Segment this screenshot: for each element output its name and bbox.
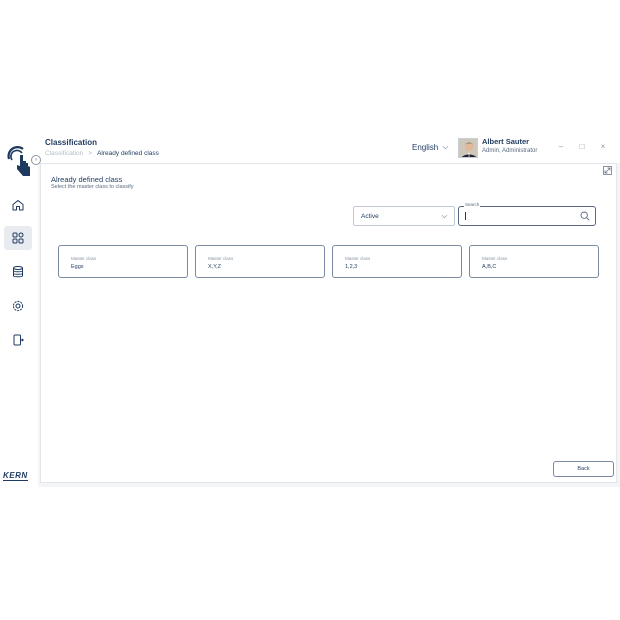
chevron-down-icon <box>442 145 449 150</box>
language-label: English <box>412 143 439 152</box>
search-input[interactable]: Search <box>458 202 596 226</box>
sidebar-collapse-button[interactable]: › <box>31 155 41 165</box>
app-window: › KERN Classification Classification > A… <box>0 135 620 487</box>
sidebar-item-home[interactable] <box>4 193 32 217</box>
gear-icon <box>12 300 24 312</box>
chevron-down-icon <box>441 214 448 219</box>
page-title: Classification <box>45 138 98 147</box>
master-class-card[interactable]: Master class A,B,C <box>469 245 599 278</box>
search-label: Search <box>464 202 481 207</box>
app-logo-icon <box>5 141 33 177</box>
user-name: Albert Sauter <box>482 137 530 146</box>
sidebar-item-logout[interactable] <box>4 328 32 352</box>
avatar[interactable] <box>458 138 478 158</box>
sidebar-item-database[interactable] <box>4 260 32 284</box>
close-button[interactable]: × <box>598 143 608 151</box>
breadcrumb-separator: > <box>88 150 93 157</box>
breadcrumb: Classification > Already defined class <box>45 150 159 157</box>
logout-icon <box>13 334 24 346</box>
breadcrumb-current: Already defined class <box>97 150 159 157</box>
grid-icon <box>12 232 24 244</box>
minimize-button[interactable]: – <box>556 143 566 151</box>
home-icon <box>12 200 24 211</box>
master-class-label: Master class <box>208 256 234 261</box>
text-cursor <box>465 212 466 220</box>
search-icon[interactable] <box>580 211 590 221</box>
status-filter-value: Active <box>361 213 379 220</box>
section-title: Already defined class <box>51 175 123 184</box>
brand-logo: KERN <box>3 471 28 481</box>
back-button[interactable]: Back <box>553 461 614 477</box>
user-photo-icon <box>459 139 477 157</box>
master-class-label: Master class <box>345 256 371 261</box>
database-icon <box>13 266 23 278</box>
master-class-value: Eggs <box>71 264 84 270</box>
maximize-button[interactable]: □ <box>577 143 587 151</box>
expand-icon[interactable] <box>603 166 612 175</box>
language-selector[interactable]: English <box>412 143 449 152</box>
master-class-card[interactable]: Master class 1,2,3 <box>332 245 462 278</box>
user-role: Admin, Administrator <box>482 148 538 154</box>
sidebar-item-settings[interactable] <box>4 294 32 318</box>
sidebar: › KERN <box>0 135 41 487</box>
status-filter-select[interactable]: Active <box>353 206 455 226</box>
content-panel: Already defined class Select the master … <box>40 163 617 483</box>
master-class-value: A,B,C <box>482 264 497 270</box>
master-class-card[interactable]: Master class X,Y,Z <box>195 245 325 278</box>
master-class-value: X,Y,Z <box>208 264 222 270</box>
header: Classification Classification > Already de… <box>38 135 620 163</box>
sidebar-item-classification[interactable] <box>4 226 32 250</box>
master-class-label: Master class <box>482 256 508 261</box>
breadcrumb-root-link[interactable]: Classification <box>45 150 83 157</box>
master-class-label: Master class <box>71 256 97 261</box>
section-subtitle: Select the master class to classify <box>51 184 134 190</box>
master-class-card[interactable]: Master class Eggs <box>58 245 188 278</box>
master-class-value: 1,2,3 <box>345 264 358 270</box>
